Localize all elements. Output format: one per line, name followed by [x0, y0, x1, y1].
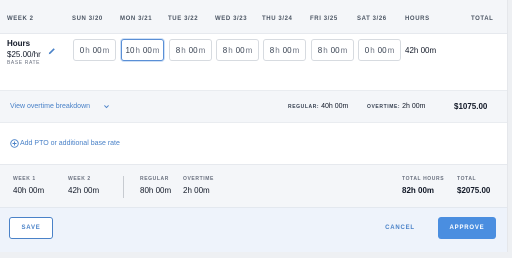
overtime-row: View overtime breakdown REGULAR: 40h 00m… — [0, 90, 507, 123]
view-overtime-breakdown-link[interactable]: View overtime breakdown — [10, 103, 90, 110]
header-day-sun: SUN 3/20 — [72, 16, 103, 22]
row-title: Hours — [7, 39, 31, 48]
week-total-amount: $1075.00 — [454, 102, 488, 111]
hours-input-thu[interactable]: 8 h 00 m — [263, 39, 306, 61]
plus-circle-icon — [10, 139, 19, 148]
summary-week2: WEEK 2 42h 00m — [68, 176, 100, 195]
header-day-fri: FRI 3/25 — [310, 16, 338, 22]
header-day-wed: WED 3/23 — [215, 16, 248, 22]
header-day-sat: SAT 3/26 — [357, 16, 387, 22]
header-day-mon: MON 3/21 — [120, 16, 153, 22]
chevron-down-icon[interactable] — [103, 103, 110, 110]
hours-input-mon[interactable]: 10 h 00 m — [121, 39, 164, 61]
row-hours-total: 42h 00m — [405, 46, 437, 55]
save-button[interactable]: SAVE — [9, 217, 53, 239]
summary-overtime: OVERTIME 2h 00m — [183, 176, 214, 195]
add-pto-link[interactable]: Add PTO or additional base rate — [10, 139, 120, 148]
cancel-button[interactable]: CANCEL — [380, 217, 420, 239]
hours-input-sat[interactable]: 0 h 00 m — [358, 39, 401, 61]
hours-input-wed[interactable]: 8 h 00 m — [216, 39, 259, 61]
header-total: TOTAL — [471, 16, 494, 22]
hours-input-tue[interactable]: 8 h 00 m — [169, 39, 212, 61]
base-rate-caption: BASE RATE — [7, 60, 41, 66]
regular-label: REGULAR: — [288, 104, 320, 110]
header-day-tue: TUE 3/22 — [168, 16, 199, 22]
overtime-value: 2h 00m — [402, 103, 426, 110]
hours-input-sun[interactable]: 0 h 00 m — [73, 39, 116, 61]
action-footer: SAVE CANCEL APPROVE — [0, 207, 507, 252]
summary-total: TOTAL $2075.00 — [457, 176, 491, 195]
summary-week1: WEEK 1 40h 00m — [13, 176, 45, 195]
regular-summary: REGULAR: 40h 00m — [288, 103, 348, 110]
pay-period-summary: WEEK 1 40h 00m WEEK 2 42h 00m REGULAR 80… — [0, 164, 507, 207]
summary-divider — [123, 176, 124, 198]
approve-button[interactable]: APPROVE — [438, 217, 496, 239]
summary-total-hours: TOTAL HOURS 82h 00m — [402, 176, 445, 195]
regular-value: 40h 00m — [321, 103, 349, 110]
pencil-icon[interactable] — [48, 47, 56, 55]
overtime-summary: OVERTIME: 2h 00m — [367, 103, 426, 110]
overtime-label: OVERTIME: — [367, 104, 401, 110]
summary-regular: REGULAR 80h 00m — [140, 176, 172, 195]
header-hours: HOURS — [405, 16, 430, 22]
timesheet-card: WEEK 2 SUN 3/20 MON 3/21 TUE 3/22 WED 3/… — [0, 0, 508, 252]
base-rate-value: $25.00/hr — [7, 50, 41, 59]
header-day-thu: THU 3/24 — [262, 16, 293, 22]
header-week: WEEK 2 — [7, 16, 34, 22]
hours-input-fri[interactable]: 8 h 00 m — [311, 39, 354, 61]
row-label: Hours $25.00/hr BASE RATE — [7, 39, 41, 66]
table-header: WEEK 2 SUN 3/20 MON 3/21 TUE 3/22 WED 3/… — [0, 0, 507, 34]
add-pto-label: Add PTO or additional base rate — [20, 140, 120, 147]
